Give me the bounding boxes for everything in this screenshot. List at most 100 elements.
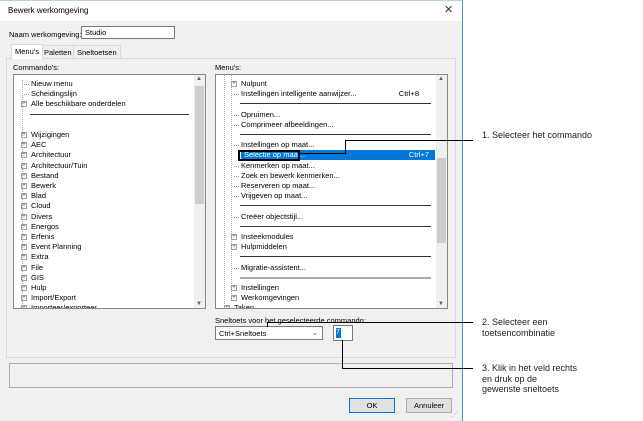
scroll-thumb[interactable] [195,86,204,204]
shortcut-label: Sneltoets voor het geselecteerde command… [215,316,366,325]
expand-plus-icon[interactable]: + [21,132,27,138]
commands-tree[interactable]: ▲ ▼ Nieuw menu Scheidingslijn + Alle beschi… [13,74,206,309]
tree-item[interactable]: + Werkomgevingen [216,293,435,303]
commands-scrollbar[interactable]: ▲ ▼ [194,75,205,308]
expand-plus-icon[interactable]: + [21,305,27,308]
tree-item[interactable]: Kenmerken op maat... [216,161,435,171]
tree-item[interactable]: Nieuw menu [14,79,193,89]
tree-item-label: AEC [31,140,47,150]
tree-item[interactable]: + Extra [14,252,193,262]
tree-item[interactable]: Reserveren op maat... [216,181,435,191]
tree-item[interactable]: Migratie-assistent... [216,263,435,273]
cancel-button[interactable]: Annuleer [406,398,452,413]
expand-plus-icon[interactable]: + [21,162,27,169]
tree-item[interactable]: Scheidingslijn [14,89,193,99]
tree-item[interactable]: + Nulpunt [216,79,435,89]
tree-item[interactable]: + Import/Export [14,293,193,303]
expand-plus-icon[interactable]: + [21,172,27,179]
annotation-line: 2. Selecteer een [482,317,548,327]
tree-item[interactable]: + Architectuur [14,150,193,160]
tree-item[interactable]: Vrijgeven op maat... [216,191,435,201]
expand-plus-icon[interactable]: + [21,152,27,159]
expand-plus-icon[interactable]: + [21,203,27,210]
tree-connector [234,186,239,187]
modifier-select[interactable]: Ctrl+Sneltoets ⌄ [215,326,323,340]
expand-plus-icon[interactable]: + [21,274,27,281]
tab-menus[interactable]: Menu's [11,44,43,59]
expand-plus-icon[interactable]: + [21,285,27,291]
tree-item[interactable]: + Alle beschikbare onderdelen [14,99,193,109]
scroll-down-icon[interactable]: ▼ [438,301,444,307]
tree-item-label: Energos [31,221,59,231]
tree-item-label: Vrijgeven op maat... [241,191,308,201]
tree-item[interactable]: + Cloud [14,201,193,211]
tree-item[interactable]: + Hulp [14,283,193,293]
name-input[interactable]: Studio [81,26,175,39]
tree-item[interactable]: + Bewerk [14,181,193,191]
tree-item[interactable]: + Importeer/exporteer [14,303,193,308]
expand-plus-icon[interactable]: + [21,234,27,240]
tree-item[interactable]: Comprimeer afbeeldingen... [216,120,435,130]
tree-item[interactable]: + Blad [14,191,193,201]
scroll-down-icon[interactable]: ▼ [196,301,202,307]
expand-plus-icon[interactable]: + [21,223,27,230]
expand-plus-icon[interactable]: + [224,305,230,308]
expand-plus-icon[interactable]: + [231,244,237,251]
tree-item[interactable]: + File [14,263,193,273]
tree-item[interactable]: Instellingen op maat... [216,140,435,150]
expand-plus-icon[interactable]: + [21,101,27,108]
annotation-line: 3. Klik in het veld rechts [482,363,578,373]
tree-item[interactable] [14,120,193,130]
expand-plus-icon[interactable]: + [231,295,237,302]
scroll-thumb[interactable] [437,158,446,243]
tree-item[interactable]: + Architectuur/Tuin [14,161,193,171]
expand-plus-icon[interactable]: + [231,81,237,87]
tree-item[interactable]: Instellingen intelligente aanwijzer... Ct… [216,89,435,99]
tree-item[interactable]: + Bestand [14,171,193,181]
resize-grip-icon[interactable]: ⋰ [452,411,458,418]
callout-line-1 [300,153,345,154]
tree-item[interactable]: + Instellingen [216,283,435,293]
expand-plus-icon[interactable]: + [21,193,27,200]
scroll-up-icon[interactable]: ▲ [438,76,444,82]
tree-item-label: Opruimen... [241,109,281,119]
close-icon[interactable]: ✕ [444,3,453,16]
menus-scrollbar[interactable]: ▲ ▼ [436,75,447,308]
tree-item[interactable]: + Event Planning [14,242,193,252]
chevron-down-icon: ⌄ [311,328,318,337]
expand-plus-icon[interactable]: + [21,142,27,149]
expand-plus-icon[interactable]: + [21,254,27,261]
tree-item[interactable]: Zoek en bewerk kenmerken... [216,171,435,181]
tree-item-label: Architectuur [31,150,72,160]
tab-sneltoetsen[interactable]: Sneltoetsen [73,45,121,58]
expand-plus-icon[interactable]: + [231,234,237,240]
expand-plus-icon[interactable]: + [21,244,27,251]
tree-item[interactable]: + AEC [14,140,193,150]
tree-item-label: Blad [31,191,47,201]
ok-button[interactable]: OK [349,398,395,413]
tree-item[interactable]: + GIS [14,273,193,283]
tree-item-label: Hulpmiddelen [241,242,287,252]
expand-plus-icon[interactable]: + [21,264,27,271]
tree-item[interactable]: + Erfenis [14,232,193,242]
tree-item-label: Kenmerken op maat... [241,160,315,170]
tree-item-shortcut: Ctrl+8 [398,89,419,99]
tree-item[interactable]: Opruimen... [216,110,435,120]
shortcut-key-field[interactable]: 7 [333,325,353,341]
expand-plus-icon[interactable]: + [231,285,237,291]
expand-plus-icon[interactable]: + [21,295,27,302]
expand-plus-icon[interactable]: + [21,183,27,189]
tree-item-label: Bewerk [31,181,57,190]
menus-tree[interactable]: ▲ ▼ + Nulpunt Instellingen intelligente aa… [215,74,448,309]
scroll-up-icon[interactable]: ▲ [196,76,202,82]
tree-item[interactable]: + Wijzigingen [14,130,193,140]
tab-paletten[interactable]: Paletten [40,45,76,58]
tree-item[interactable]: + Insteekmodules [216,232,435,242]
tree-item[interactable]: + Divers [14,212,193,222]
tree-item[interactable]: + Hulpmiddelen [216,242,435,252]
tree-item[interactable]: + Taken [216,303,435,308]
tree-item[interactable]: Creëer objectstijl... [216,212,435,222]
tree-connector [234,94,239,96]
expand-plus-icon[interactable]: + [21,213,27,220]
tree-item[interactable]: + Energos [14,222,193,232]
